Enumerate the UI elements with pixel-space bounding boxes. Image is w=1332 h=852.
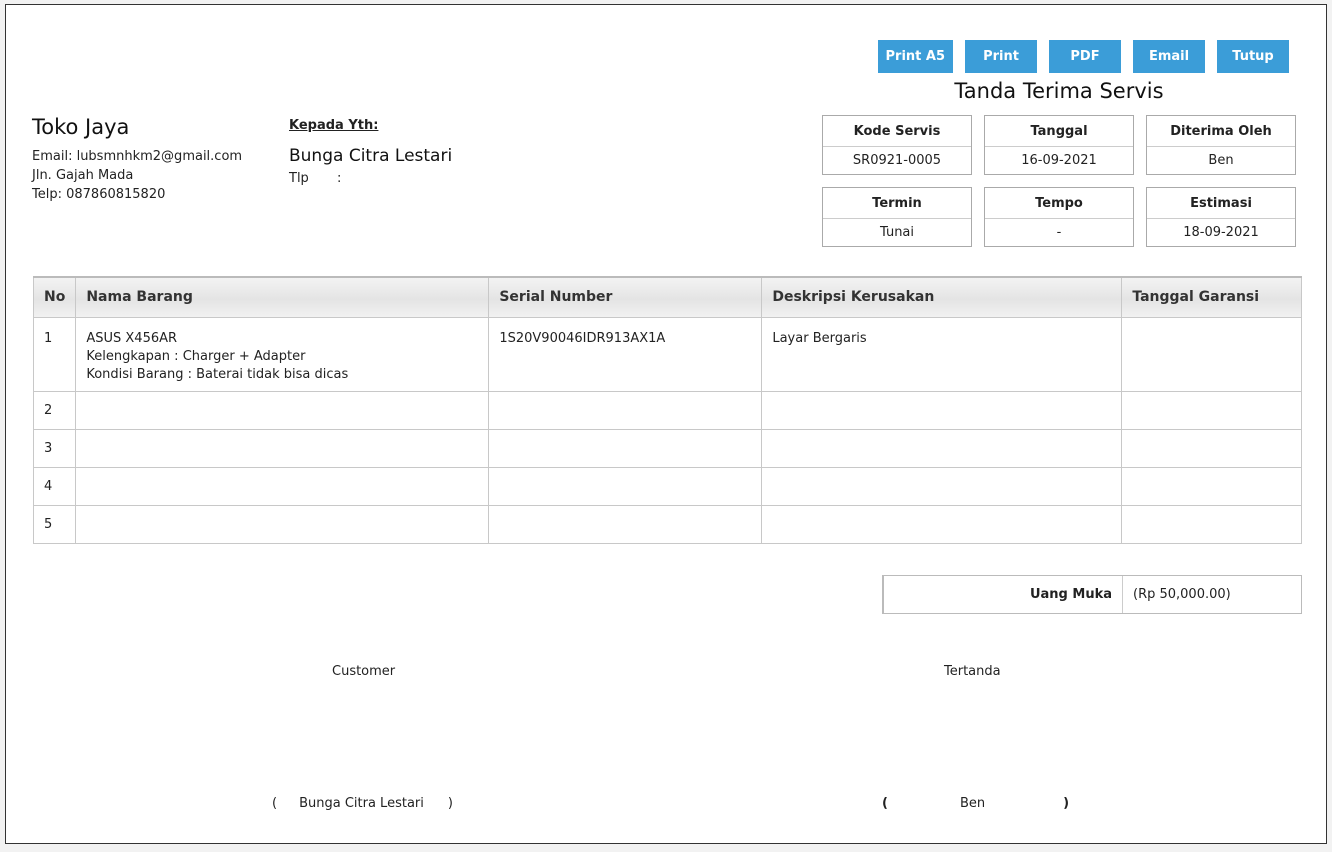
customer-paren-close: )	[447, 796, 453, 811]
table-row: 1 ASUS X456AR Kelengkapan : Charger + Ad…	[32, 316, 1302, 392]
cell-garansi	[1121, 316, 1302, 392]
cell-garansi	[1121, 504, 1302, 544]
shop-info: Toko Jaya Email: lubsmnhkm2@gmail.com Jl…	[32, 115, 242, 204]
header-nama-barang: Nama Barang	[75, 276, 490, 318]
cell-garansi	[1121, 390, 1302, 430]
table-row: 2	[32, 390, 1302, 430]
table-row: 5	[32, 504, 1302, 544]
item-name: ASUS X456AR	[86, 330, 178, 346]
info-tanggal-label: Tanggal	[985, 116, 1133, 147]
recipient-info: Kepada Yth: Bunga Citra Lestari Tlp :	[289, 118, 452, 186]
recipient-label: Kepada Yth:	[289, 118, 379, 133]
cell-garansi	[1121, 428, 1302, 468]
service-receipt-page: Print A5 Print PDF Email Tutup Tanda Ter…	[5, 4, 1327, 844]
header-no: No	[32, 276, 77, 318]
cell-serial-number	[488, 504, 763, 544]
info-row-top: Kode Servis SR0921-0005 Tanggal 16-09-20…	[822, 115, 1296, 175]
down-payment-label: Uang Muka	[884, 576, 1123, 613]
cell-garansi	[1121, 466, 1302, 506]
header-serial-number: Serial Number	[488, 276, 763, 318]
cell-nama-barang: ASUS X456AR Kelengkapan : Charger + Adap…	[75, 316, 490, 392]
info-tanggal: Tanggal 16-09-2021	[984, 115, 1134, 175]
customer-name: Bunga Citra Lestari	[299, 796, 424, 811]
cell-deskripsi	[761, 504, 1123, 544]
cell-nama-barang	[75, 504, 490, 544]
cell-no: 1	[32, 316, 77, 392]
header-deskripsi-kerusakan: Deskripsi Kerusakan	[761, 276, 1123, 318]
close-button[interactable]: Tutup	[1217, 40, 1289, 73]
shop-address: Jln. Gajah Mada	[32, 168, 134, 183]
table-row: 3	[32, 428, 1302, 468]
info-diterima-oleh: Diterima Oleh Ben	[1146, 115, 1296, 175]
cell-nama-barang	[75, 390, 490, 430]
info-tempo-label: Tempo	[985, 188, 1133, 219]
info-termin-value: Tunai	[879, 225, 915, 240]
cell-nama-barang	[75, 428, 490, 468]
cell-no: 4	[32, 466, 77, 506]
customer-signature-name: ( Bunga Citra Lestari )	[272, 796, 453, 811]
info-tempo: Tempo -	[984, 187, 1134, 247]
shop-email: Email: lubsmnhkm2@gmail.com	[32, 149, 243, 164]
info-kode-servis: Kode Servis SR0921-0005	[822, 115, 972, 175]
recipient-name: Bunga Citra Lestari	[289, 146, 453, 166]
signed-name: Ben	[959, 796, 986, 811]
cell-no: 2	[32, 390, 77, 430]
signed-signature-title: Tertanda	[944, 664, 1001, 679]
pdf-button[interactable]: PDF	[1049, 40, 1121, 73]
cell-serial-number	[488, 390, 763, 430]
recipient-phone-label: Tlp	[289, 171, 309, 186]
info-estimasi-label: Estimasi	[1147, 188, 1295, 219]
shop-name: Toko Jaya	[32, 115, 130, 139]
header-tanggal-garansi: Tanggal Garansi	[1121, 276, 1302, 318]
cell-deskripsi	[761, 466, 1123, 506]
service-info-grid: Kode Servis SR0921-0005 Tanggal 16-09-20…	[822, 115, 1296, 259]
item-kelengkapan: Kelengkapan : Charger + Adapter	[86, 348, 306, 364]
item-kondisi: Kondisi Barang : Baterai tidak bisa dica…	[86, 366, 349, 382]
cell-no: 3	[32, 428, 77, 468]
print-button[interactable]: Print	[965, 40, 1037, 73]
cell-serial-number	[488, 466, 763, 506]
info-kode-servis-label: Kode Servis	[823, 116, 971, 147]
shop-phone: Telp: 087860815820	[32, 187, 166, 202]
down-payment-box: Uang Muka (Rp 50,000.00)	[882, 575, 1302, 614]
info-diterima-oleh-value: Ben	[1208, 153, 1234, 168]
cell-no: 5	[32, 504, 77, 544]
cell-serial-number: 1S20V90046IDR913AX1A	[488, 316, 763, 392]
customer-paren-open: (	[272, 796, 278, 811]
toolbar: Print A5 Print PDF Email Tutup	[877, 40, 1289, 73]
signed-paren-close: )	[1063, 796, 1070, 811]
table-row: 4	[32, 466, 1302, 506]
signed-signature-name: ( Ben )	[882, 796, 1069, 811]
cell-deskripsi: Layar Bergaris	[761, 316, 1123, 392]
info-row-bottom: Termin Tunai Tempo - Estimasi 18-09-2021	[822, 187, 1296, 247]
info-tempo-value: -	[1056, 225, 1062, 240]
info-diterima-oleh-label: Diterima Oleh	[1147, 116, 1295, 147]
cell-nama-barang	[75, 466, 490, 506]
info-termin-label: Termin	[823, 188, 971, 219]
email-button[interactable]: Email	[1133, 40, 1205, 73]
info-estimasi: Estimasi 18-09-2021	[1146, 187, 1296, 247]
cell-deskripsi	[761, 428, 1123, 468]
info-kode-servis-value: SR0921-0005	[852, 153, 942, 168]
down-payment-value: (Rp 50,000.00)	[1133, 587, 1231, 602]
cell-serial-number	[488, 428, 763, 468]
document-title: Tanda Terima Servis	[954, 79, 1164, 103]
print-a5-button[interactable]: Print A5	[877, 40, 953, 73]
recipient-phone-separator: :	[337, 171, 342, 186]
info-termin: Termin Tunai	[822, 187, 972, 247]
info-tanggal-value: 16-09-2021	[1021, 153, 1097, 168]
signed-paren-open: (	[882, 796, 888, 811]
customer-signature-title: Customer	[332, 664, 396, 679]
table-header-row: No Nama Barang Serial Number Deskripsi K…	[32, 276, 1302, 318]
recipient-phone: Tlp :	[289, 171, 452, 186]
cell-deskripsi	[761, 390, 1123, 430]
items-table: No Nama Barang Serial Number Deskripsi K…	[32, 276, 1302, 544]
info-estimasi-value: 18-09-2021	[1183, 225, 1259, 240]
